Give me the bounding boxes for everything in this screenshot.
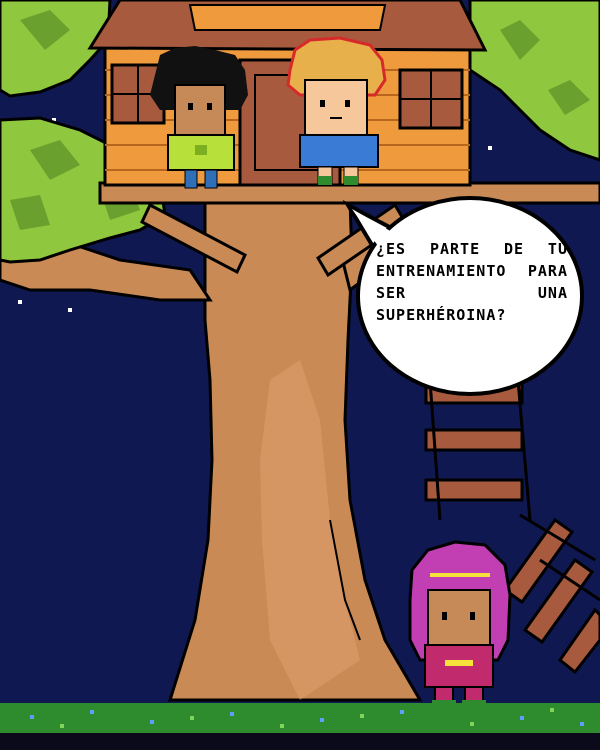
scene-art — [0, 0, 600, 750]
grass — [0, 703, 600, 750]
treehouse — [87, 0, 488, 187]
dialogue-text: ¿Es parte de tu entrenamiento para ser u… — [376, 240, 568, 324]
game-scene: ¿Es parte de tu entrenamiento para ser u… — [0, 0, 600, 750]
